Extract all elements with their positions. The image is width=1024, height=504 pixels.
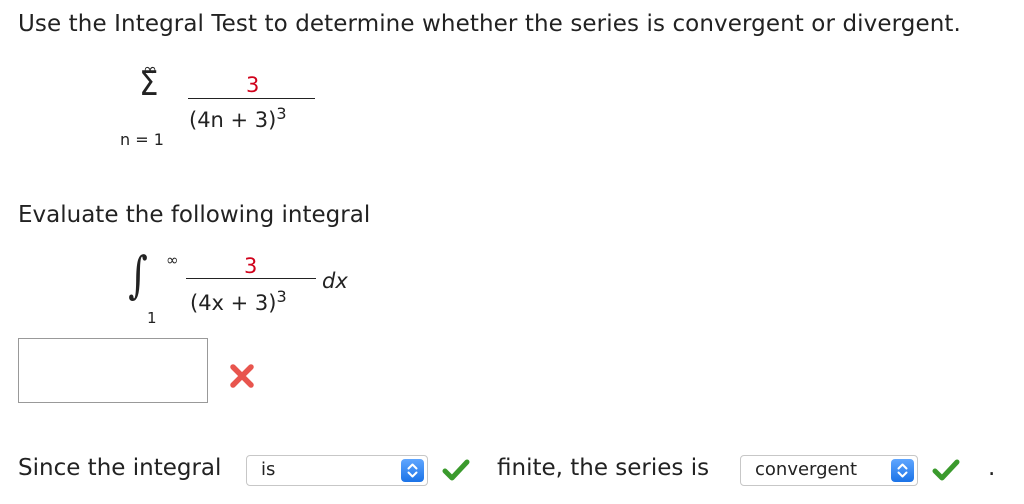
integral-prompt: Evaluate the following integral xyxy=(18,202,371,228)
integral-fraction-bar xyxy=(186,278,316,279)
conclusion-middle: finite, the series is xyxy=(497,455,710,481)
integral-differential: dx xyxy=(322,269,348,293)
series-convergence-select[interactable]: convergent xyxy=(740,455,918,486)
series-fraction-bar xyxy=(188,98,315,99)
integral-denominator-base: (4x + 3) xyxy=(190,291,277,315)
select-arrows-icon[interactable] xyxy=(891,459,914,482)
integral-upper-limit: ∞ xyxy=(166,251,179,269)
integral-lower-limit: 1 xyxy=(147,309,157,327)
series-numerator: 3 xyxy=(246,73,260,97)
incorrect-x-icon xyxy=(228,362,256,390)
question-title: Use the Integral Test to determine wheth… xyxy=(18,11,961,37)
integral-denominator-exponent: 3 xyxy=(276,287,287,306)
select-value: convergent xyxy=(755,459,858,480)
conclusion-period: . xyxy=(988,455,996,481)
series-denominator: (4n + 3)3 xyxy=(189,104,287,132)
integral-answer-input[interactable] xyxy=(18,338,208,403)
series-denominator-exponent: 3 xyxy=(276,104,287,123)
series-denominator-base: (4n + 3) xyxy=(189,108,277,132)
select-value: is xyxy=(261,459,276,480)
select-arrows-icon[interactable] xyxy=(401,459,424,482)
integral-finiteness-select[interactable]: is xyxy=(246,455,428,486)
integral-denominator: (4x + 3)3 xyxy=(190,287,287,315)
conclusion-prefix: Since the integral xyxy=(18,455,222,481)
integral-numerator: 3 xyxy=(244,254,258,278)
correct-check-icon xyxy=(441,457,471,483)
sigma-symbol: Σ xyxy=(139,64,159,104)
series-lower-limit: n = 1 xyxy=(120,130,164,149)
correct-check-icon xyxy=(931,457,961,483)
integral-sign: ∫ xyxy=(128,246,148,304)
